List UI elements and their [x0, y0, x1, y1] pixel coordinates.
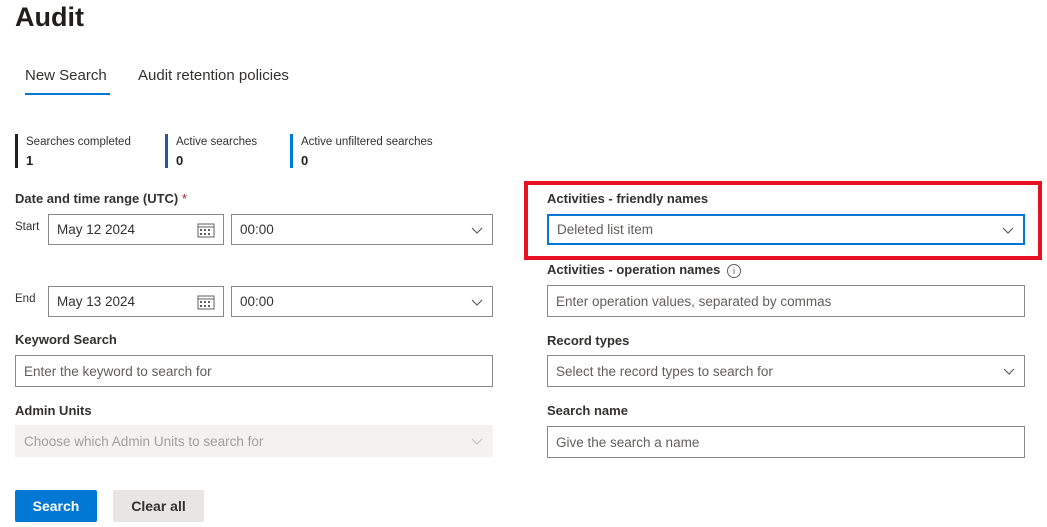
stat-searches-completed: Searches completed 1 [15, 134, 131, 168]
activities-operation-names-label-text: Activities - operation names [547, 262, 721, 277]
admin-units-dropdown: Choose which Admin Units to search for [15, 425, 493, 457]
start-time-value: 00:00 [240, 222, 274, 237]
start-date-picker[interactable]: May 12 2024 [48, 214, 224, 245]
end-time-dropdown[interactable]: 00:00 [231, 286, 493, 317]
end-label: End [15, 293, 36, 305]
stat-value: 0 [176, 153, 184, 168]
stat-label: Active unfiltered searches [301, 136, 433, 148]
record-types-placeholder: Select the record types to search for [556, 363, 773, 379]
stat-value: 1 [26, 153, 34, 168]
calendar-icon[interactable] [197, 222, 215, 238]
required-mark: * [181, 191, 187, 206]
chevron-down-icon [471, 438, 483, 445]
stat-label: Active searches [176, 136, 258, 148]
end-date-picker[interactable]: May 13 2024 [48, 286, 224, 317]
active-tab-indicator [25, 93, 110, 95]
tab-audit-retention-policies[interactable]: Audit retention policies [138, 66, 289, 86]
activities-operation-names-placeholder: Enter operation values, separated by com… [556, 293, 832, 309]
page-title: Audit [15, 2, 84, 32]
stat-active-searches: Active searches 0 [165, 134, 257, 168]
record-types-label: Record types [547, 333, 630, 348]
chevron-down-icon [1002, 227, 1014, 234]
activities-friendly-names-dropdown[interactable]: Deleted list item [547, 214, 1025, 245]
end-date-value: May 13 2024 [57, 294, 136, 309]
chevron-down-icon [471, 227, 483, 234]
chevron-down-icon [1003, 368, 1015, 375]
tab-new-search[interactable]: New Search [25, 66, 107, 86]
info-icon[interactable]: i [727, 263, 742, 278]
start-label: Start [15, 221, 40, 233]
stat-label: Searches completed [26, 136, 131, 148]
stat-value: 0 [301, 153, 309, 168]
date-range-label-text: Date and time range (UTC) [15, 191, 179, 206]
stat-active-unfiltered-searches: Active unfiltered searches 0 [290, 134, 433, 168]
record-types-dropdown[interactable]: Select the record types to search for [547, 355, 1025, 387]
activities-friendly-names-value: Deleted list item [557, 222, 654, 237]
activities-operation-names-label: Activities - operation names i [547, 261, 742, 279]
admin-units-placeholder: Choose which Admin Units to search for [24, 433, 264, 449]
start-time-dropdown[interactable]: 00:00 [231, 214, 493, 245]
search-name-input[interactable]: Give the search a name [547, 426, 1025, 458]
clear-all-button[interactable]: Clear all [113, 490, 204, 522]
activities-operation-names-input[interactable]: Enter operation values, separated by com… [547, 285, 1025, 317]
keyword-search-placeholder: Enter the keyword to search for [24, 363, 212, 379]
activities-friendly-names-label: Activities - friendly names [547, 191, 709, 206]
start-date-value: May 12 2024 [57, 222, 136, 237]
chevron-down-icon [471, 299, 483, 306]
end-time-value: 00:00 [240, 294, 274, 309]
search-button[interactable]: Search [15, 490, 97, 522]
calendar-icon[interactable] [197, 294, 215, 310]
keyword-search-label: Keyword Search [15, 332, 117, 347]
keyword-search-input[interactable]: Enter the keyword to search for [15, 355, 493, 387]
search-name-label: Search name [547, 403, 628, 418]
admin-units-label: Admin Units [15, 403, 92, 418]
search-name-placeholder: Give the search a name [556, 434, 700, 450]
date-range-label: Date and time range (UTC) * [15, 190, 187, 208]
